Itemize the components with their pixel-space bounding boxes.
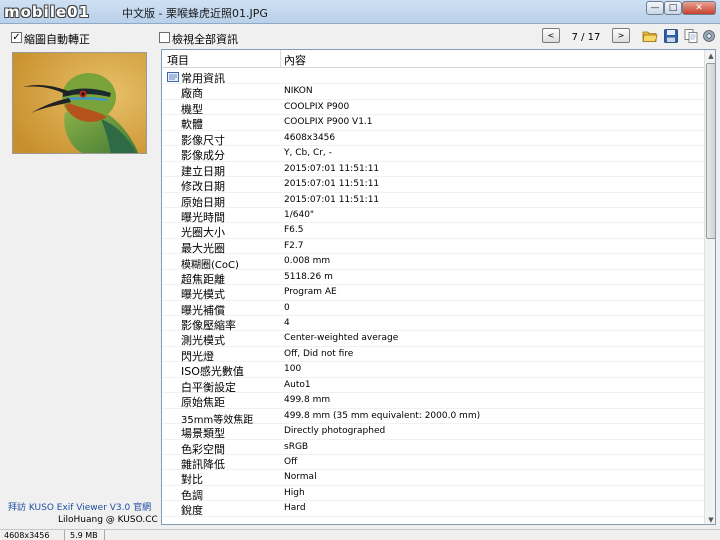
save-icon[interactable] (663, 28, 679, 44)
group-row-common[interactable]: 常用資訊 (162, 69, 704, 85)
table-row[interactable]: 影像尺寸 4608x3456 (162, 131, 704, 147)
row-value: 2015:07:01 11:51:11 (284, 194, 380, 205)
row-value: 499.8 mm (284, 395, 331, 406)
table-row[interactable]: 曝光時間 1/640" (162, 208, 704, 224)
row-value: Hard (284, 503, 306, 514)
scrollbar-thumb[interactable] (706, 63, 715, 239)
table-row[interactable]: ISO感光數值 100 (162, 362, 704, 378)
status-bar: 4608x3456 5.9 MB (0, 529, 720, 540)
folder-open-icon[interactable] (642, 28, 658, 44)
table-row[interactable]: 銳度 Hard (162, 501, 704, 518)
toolbar: ✓ 縮圖自動轉正 檢視全部資訊 < 7 / 17 > (0, 24, 720, 48)
column-divider[interactable] (280, 50, 281, 68)
row-value: Center-weighted average (284, 333, 399, 344)
row-value: Program AE (284, 287, 337, 298)
row-value: Normal (284, 472, 317, 483)
table-row[interactable]: 影像壓縮率 4 (162, 316, 704, 332)
table-row[interactable]: 曝光模式 Program AE (162, 285, 704, 301)
row-value: High (284, 487, 305, 498)
title-bar: mobile01 中文版 - 栗喉蜂虎近照01.JPG — □ ✕ (0, 0, 720, 24)
row-value: 0.008 mm (284, 256, 331, 267)
table-row[interactable]: 測光模式 Center-weighted average (162, 331, 704, 347)
auto-rotate-label[interactable]: 縮圖自動轉正 (24, 31, 90, 47)
maximize-button[interactable]: □ (664, 1, 682, 15)
table-row[interactable]: 模糊圈(CoC) 0.008 mm (162, 254, 704, 271)
row-value: 4 (284, 318, 290, 328)
table-row[interactable]: 場景類型 Directly photographed (162, 424, 704, 440)
column-header-value[interactable]: 內容 (284, 52, 306, 68)
exif-table: 項目 內容 常用資訊 廠商 NIKON 機型 COOLPIX P900 軟體 COOL… (161, 49, 716, 525)
auto-rotate-checkbox[interactable]: ✓ (11, 32, 22, 43)
table-header: 項目 內容 (162, 50, 704, 68)
table-row[interactable]: 原始日期 2015:07:01 11:51:11 (162, 193, 704, 209)
column-header-item[interactable]: 項目 (167, 52, 189, 68)
row-value: 499.8 mm (35 mm equivalent: 2000.0 mm) (284, 410, 481, 421)
table-row[interactable]: 機型 COOLPIX P900 (162, 100, 704, 116)
table-row[interactable]: 廠商 NIKON (162, 84, 704, 100)
row-value: NIKON (284, 86, 313, 97)
table-rows: 常用資訊 廠商 NIKON 機型 COOLPIX P900 軟體 COOLPIX P9… (162, 69, 704, 517)
app-logo: mobile01 (4, 3, 91, 21)
row-value: 1/640" (284, 209, 315, 220)
info-group-icon (167, 72, 179, 82)
table-row[interactable]: 色調 High (162, 486, 704, 502)
next-image-button[interactable]: > (612, 28, 630, 43)
table-row[interactable]: 最大光圈 F2.7 (162, 239, 704, 255)
settings-icon[interactable] (701, 28, 717, 44)
table-row[interactable]: 超焦距離 5118.26 m (162, 270, 704, 286)
row-value: sRGB (284, 441, 309, 452)
status-file-size: 5.9 MB (70, 531, 98, 540)
minimize-button[interactable]: — (646, 1, 664, 15)
row-value: 4608x3456 (284, 132, 336, 143)
status-divider (104, 530, 105, 540)
row-value: Off, Did not fire (284, 348, 354, 359)
row-value: 5118.26 m (284, 271, 333, 282)
row-value: Auto1 (284, 379, 311, 390)
status-image-dimensions: 4608x3456 (4, 531, 50, 540)
website-link[interactable]: 拜訪 KUSO Exif Viewer V3.0 官網 (8, 500, 151, 513)
row-value: 2015:07:01 11:51:11 (284, 179, 380, 190)
table-row[interactable]: 35mm等效焦距 499.8 mm (35 mm equivalent: 2000… (162, 409, 704, 426)
photo-thumbnail (12, 52, 147, 154)
row-value: F2.7 (284, 240, 304, 251)
table-row[interactable]: 影像成分 Y, Cb, Cr, - (162, 146, 704, 162)
table-row[interactable]: 光圈大小 F6.5 (162, 223, 704, 239)
row-value: Y, Cb, Cr, - (284, 148, 332, 159)
table-row[interactable]: 雜訊降低 Off (162, 455, 704, 471)
show-all-checkbox[interactable] (159, 32, 170, 43)
table-row[interactable]: 建立日期 2015:07:01 11:51:11 (162, 162, 704, 178)
row-value: COOLPIX P900 V1.1 (284, 117, 373, 128)
row-value: 100 (284, 364, 302, 375)
copy-icon[interactable] (683, 28, 699, 44)
table-row[interactable]: 原始焦距 499.8 mm (162, 393, 704, 409)
previous-image-button[interactable]: < (542, 28, 560, 43)
author-credit: LiloHuang @ KUSO.CC (58, 515, 158, 525)
table-row[interactable]: 閃光燈 Off, Did not fire (162, 347, 704, 363)
scroll-up-button[interactable]: ▲ (705, 50, 715, 62)
row-key: 銳度 (181, 504, 203, 518)
status-divider (64, 530, 65, 540)
row-value: Directly photographed (284, 426, 386, 437)
window-title: 中文版 - 栗喉蜂虎近照01.JPG (122, 7, 268, 20)
row-value: 2015:07:01 11:51:11 (284, 163, 380, 174)
table-row[interactable]: 白平衡設定 Auto1 (162, 378, 704, 394)
table-row[interactable]: 色彩空間 sRGB (162, 440, 704, 456)
table-row[interactable]: 對比 Normal (162, 470, 704, 486)
row-value: Off (284, 456, 298, 467)
row-value: 0 (284, 302, 290, 313)
row-value: COOLPIX P900 (284, 101, 350, 112)
table-row[interactable]: 軟體 COOLPIX P900 V1.1 (162, 115, 704, 131)
show-all-label[interactable]: 檢視全部資訊 (172, 31, 238, 47)
row-value: F6.5 (284, 225, 304, 236)
page-indicator: 7 / 17 (571, 32, 601, 43)
close-button[interactable]: ✕ (682, 1, 716, 15)
table-row[interactable]: 修改日期 2015:07:01 11:51:11 (162, 177, 704, 193)
vertical-scrollbar[interactable]: ▲ ▼ (704, 50, 715, 524)
table-row[interactable]: 曝光補償 0 (162, 301, 704, 317)
scroll-down-button[interactable]: ▼ (705, 514, 715, 524)
